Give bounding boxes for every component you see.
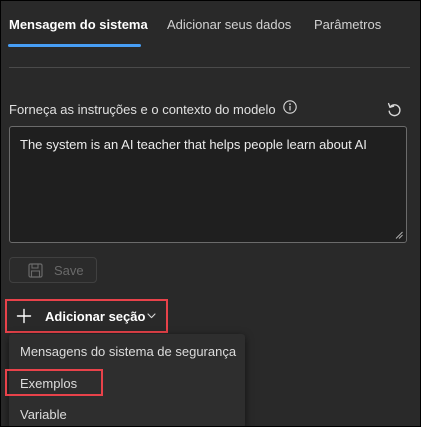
- info-icon[interactable]: [283, 100, 297, 114]
- active-tab-indicator: [8, 44, 141, 47]
- resize-grip-icon[interactable]: [395, 231, 403, 239]
- instructions-label: Forneça as instruções e o contexto do mo…: [9, 102, 276, 117]
- tab-bar: Mensagem do sistema Adicionar seus dados…: [1, 1, 420, 51]
- divider: [9, 67, 410, 68]
- add-section-menu: Mensagens do sistema de segurança Exempl…: [9, 334, 245, 426]
- menu-item-examples[interactable]: Exemplos: [9, 369, 245, 397]
- save-button[interactable]: Save: [9, 257, 97, 283]
- menu-item-label: Mensagens do sistema de segurança: [20, 344, 237, 359]
- add-section-button[interactable]: Adicionar seção: [5, 299, 168, 333]
- add-section-label: Adicionar seção: [45, 309, 146, 324]
- reset-icon[interactable]: [386, 101, 403, 118]
- tab-parameters[interactable]: Parâmetros: [314, 17, 381, 32]
- system-message-textarea[interactable]: The system is an AI teacher that helps p…: [9, 126, 407, 243]
- save-icon: [28, 263, 43, 278]
- menu-item-label: Variable: [20, 407, 67, 422]
- tab-add-your-data[interactable]: Adicionar seus dados: [167, 17, 291, 32]
- menu-item-safety-system-messages[interactable]: Mensagens do sistema de segurança: [9, 337, 245, 365]
- menu-item-label: Exemplos: [20, 376, 78, 391]
- system-message-text: The system is an AI teacher that helps p…: [20, 137, 367, 152]
- system-message-panel: Mensagem do sistema Adicionar seus dados…: [0, 0, 421, 427]
- menu-item-variable[interactable]: Variable: [9, 400, 245, 426]
- save-label: Save: [54, 263, 84, 278]
- plus-icon: [16, 308, 32, 324]
- tab-system-message[interactable]: Mensagem do sistema: [9, 17, 148, 32]
- chevron-down-icon: [147, 313, 156, 319]
